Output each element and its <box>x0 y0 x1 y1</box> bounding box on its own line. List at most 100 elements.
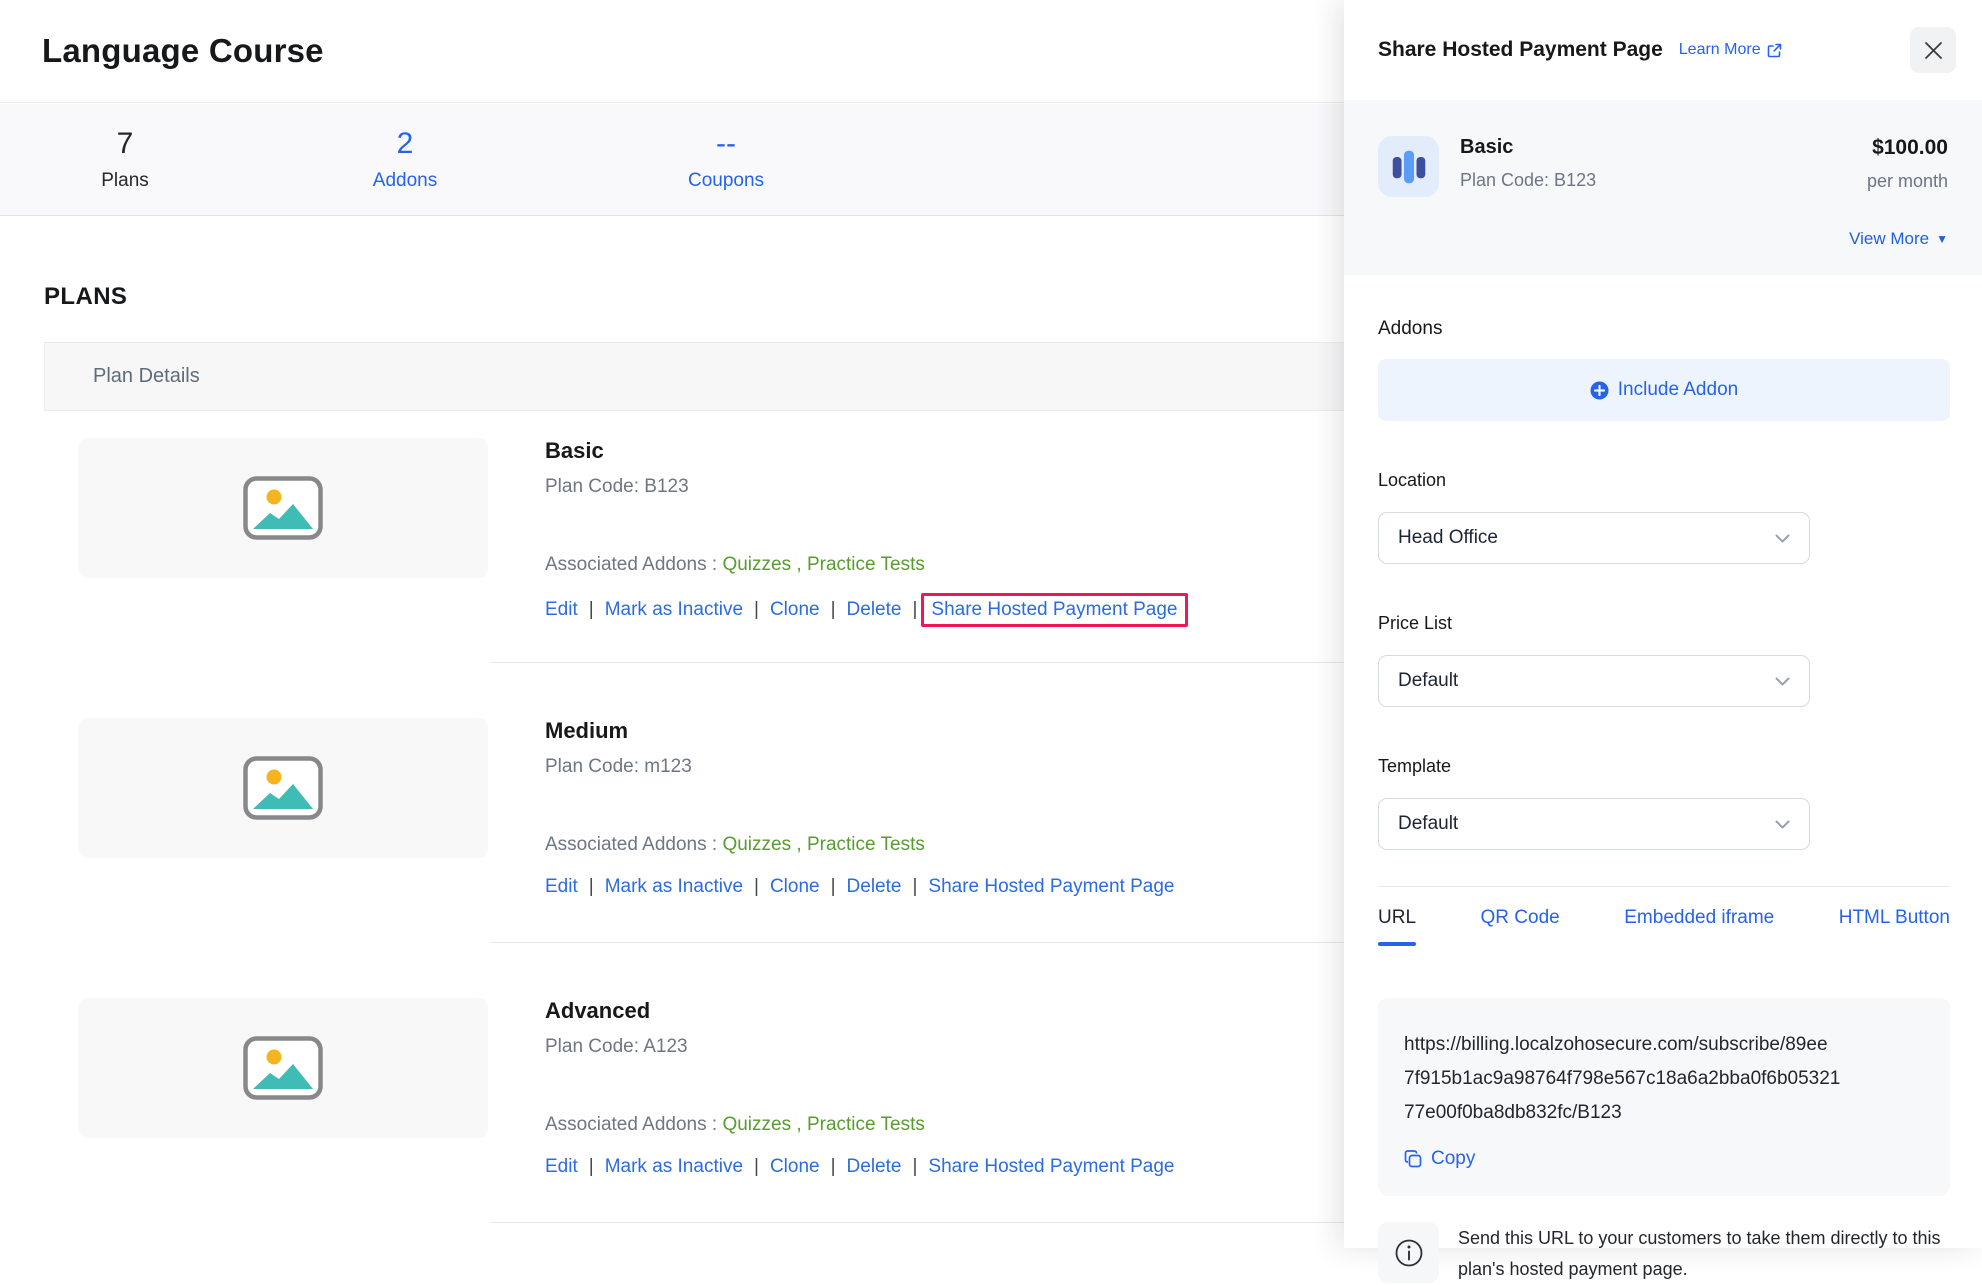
addon-separator: , <box>791 834 807 855</box>
panel-plan-code: Plan Code: B123 <box>1460 170 1596 191</box>
view-more-link[interactable]: View More ▼ <box>1849 229 1948 249</box>
plan-action-share-hosted-payment-page[interactable]: Share Hosted Payment Page <box>921 593 1187 627</box>
tab-url[interactable]: URL <box>1378 907 1416 946</box>
panel-plan-name: Basic <box>1460 136 1596 159</box>
plan-details-column-header: Plan Details <box>93 365 200 388</box>
plan-glyph-icon <box>1389 147 1429 187</box>
addons-section-heading: Addons <box>1378 318 1950 340</box>
divider <box>1378 886 1950 887</box>
addons-count: 2 <box>397 127 414 161</box>
addon-separator: , <box>791 554 807 575</box>
plan-image-placeholder <box>78 718 488 858</box>
stat-coupons[interactable]: -- Coupons <box>688 104 764 215</box>
image-placeholder-icon <box>243 756 323 820</box>
plans-count: 7 <box>117 127 134 161</box>
plans-label: Plans <box>101 170 149 192</box>
panel-body: Addons Include Addon Location Head Offic… <box>1378 275 1950 1285</box>
plan-action-edit[interactable]: Edit <box>545 876 578 898</box>
view-more-label: View More <box>1849 229 1929 249</box>
plan-image-placeholder <box>78 998 488 1138</box>
plan-action-mark-as-inactive[interactable]: Mark as Inactive <box>605 1156 743 1178</box>
plan-action-delete[interactable]: Delete <box>847 599 902 621</box>
action-separator: | <box>754 599 759 621</box>
location-label: Location <box>1378 470 1950 491</box>
template-value: Default <box>1398 813 1458 835</box>
share-method-tabs: URL QR Code Embedded iframe HTML Button <box>1378 907 1950 946</box>
stat-plans[interactable]: 7 Plans <box>101 104 149 215</box>
plan-action-delete[interactable]: Delete <box>847 1156 902 1178</box>
action-separator: | <box>912 599 917 621</box>
include-addon-button[interactable]: Include Addon <box>1378 359 1950 421</box>
copy-label: Copy <box>1431 1148 1475 1170</box>
location-select[interactable]: Head Office <box>1378 512 1810 564</box>
associated-addon-practice-tests: Practice Tests <box>807 554 925 575</box>
action-separator: | <box>912 1156 917 1178</box>
stat-addons[interactable]: 2 Addons <box>373 104 437 215</box>
associated-addon-quizzes: Quizzes <box>722 834 791 855</box>
chevron-down-icon <box>1775 820 1790 829</box>
price-list-select[interactable]: Default <box>1378 655 1810 707</box>
url-line: 7f915b1ac9a98764f798e567c18a6a2bba0f6b05… <box>1404 1062 1924 1096</box>
plan-action-edit[interactable]: Edit <box>545 599 578 621</box>
addons-label: Addons <box>373 170 437 192</box>
plan-action-edit[interactable]: Edit <box>545 1156 578 1178</box>
action-separator: | <box>831 876 836 898</box>
action-separator: | <box>589 1156 594 1178</box>
plan-price: $100.00 <box>1867 136 1948 160</box>
plan-action-mark-as-inactive[interactable]: Mark as Inactive <box>605 599 743 621</box>
plan-action-clone[interactable]: Clone <box>770 1156 820 1178</box>
plan-billing-period: per month <box>1867 171 1948 192</box>
info-note: Send this URL to your customers to take … <box>1378 1222 1950 1285</box>
plan-image-placeholder <box>78 438 488 578</box>
include-addon-label: Include Addon <box>1618 379 1738 401</box>
external-link-icon <box>1767 43 1782 58</box>
plan-action-clone[interactable]: Clone <box>770 599 820 621</box>
plan-action-delete[interactable]: Delete <box>847 876 902 898</box>
action-separator: | <box>754 876 759 898</box>
plan-icon <box>1378 136 1439 197</box>
action-separator: | <box>754 1156 759 1178</box>
url-line: 77e00f0ba8db832fc/B123 <box>1404 1096 1924 1130</box>
associated-addons-label: Associated Addons : <box>545 1114 722 1135</box>
learn-more-link[interactable]: Learn More <box>1679 41 1782 59</box>
associated-addons-label: Associated Addons : <box>545 554 722 575</box>
location-value: Head Office <box>1398 527 1498 549</box>
plan-action-share-hosted-payment-page[interactable]: Share Hosted Payment Page <box>928 876 1174 898</box>
info-icon-tile <box>1378 1222 1439 1283</box>
price-list-value: Default <box>1398 670 1458 692</box>
panel-title: Share Hosted Payment Page <box>1378 38 1663 62</box>
plans-section-heading: PLANS <box>44 283 127 311</box>
url-line: https://billing.localzohosecure.com/subs… <box>1404 1028 1924 1062</box>
chevron-down-icon <box>1775 677 1790 686</box>
learn-more-label: Learn More <box>1679 41 1761 59</box>
tab-html-button[interactable]: HTML Button <box>1839 907 1950 946</box>
price-list-label: Price List <box>1378 613 1950 634</box>
tab-embedded-iframe[interactable]: Embedded iframe <box>1624 907 1774 946</box>
coupons-label: Coupons <box>688 170 764 192</box>
close-icon <box>1924 41 1943 60</box>
addon-separator: , <box>791 1114 807 1135</box>
action-separator: | <box>589 599 594 621</box>
share-hosted-payment-page-panel: Share Hosted Payment Page Learn More <box>1344 0 1982 1248</box>
template-select[interactable]: Default <box>1378 798 1810 850</box>
info-text: Send this URL to your customers to take … <box>1458 1222 1950 1285</box>
hosted-payment-url-box: https://billing.localzohosecure.com/subs… <box>1378 998 1950 1196</box>
associated-addon-quizzes: Quizzes <box>722 1114 791 1135</box>
action-separator: | <box>912 876 917 898</box>
action-separator: | <box>831 1156 836 1178</box>
tab-qr-code[interactable]: QR Code <box>1481 907 1560 946</box>
image-placeholder-icon <box>243 1036 323 1100</box>
associated-addon-quizzes: Quizzes <box>722 554 791 575</box>
template-label: Template <box>1378 756 1950 777</box>
associated-addon-practice-tests: Practice Tests <box>807 834 925 855</box>
panel-header: Share Hosted Payment Page Learn More <box>1344 0 1982 100</box>
close-panel-button[interactable] <box>1910 27 1956 73</box>
plan-action-mark-as-inactive[interactable]: Mark as Inactive <box>605 876 743 898</box>
image-placeholder-icon <box>243 476 323 540</box>
plan-action-clone[interactable]: Clone <box>770 876 820 898</box>
coupons-count: -- <box>716 127 736 161</box>
copy-url-button[interactable]: Copy <box>1404 1148 1924 1170</box>
associated-addons-label: Associated Addons : <box>545 834 722 855</box>
plan-action-share-hosted-payment-page[interactable]: Share Hosted Payment Page <box>928 1156 1174 1178</box>
associated-addon-practice-tests: Practice Tests <box>807 1114 925 1135</box>
